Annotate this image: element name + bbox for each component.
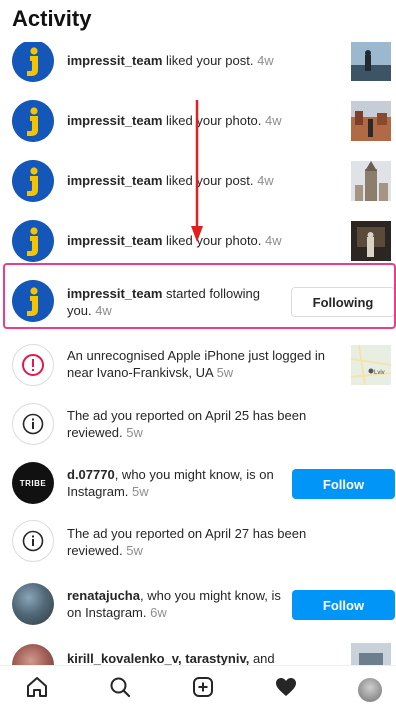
- impressit-avatar[interactable]: [12, 280, 54, 322]
- nav-activity[interactable]: [273, 674, 299, 700]
- impressit-avatar[interactable]: [12, 100, 54, 142]
- username[interactable]: impressit_team: [67, 113, 162, 128]
- map-label: Lviv: [374, 370, 385, 376]
- impressit-avatar[interactable]: [12, 160, 54, 202]
- user-avatar[interactable]: TRIBE: [12, 462, 54, 504]
- username[interactable]: renatajucha: [67, 588, 140, 603]
- notification-text: impressit_team liked your photo. 4w: [67, 113, 282, 128]
- following-button[interactable]: Following: [291, 287, 395, 317]
- notification-row-ad-review[interactable]: The ad you reported on April 27 has been…: [0, 515, 396, 571]
- impressit-avatar[interactable]: [12, 220, 54, 262]
- page-title: Activity: [12, 6, 92, 31]
- username[interactable]: impressit_team: [67, 173, 162, 188]
- post-thumbnail[interactable]: [351, 41, 391, 81]
- info-icon: [22, 413, 44, 435]
- post-thumbnail[interactable]: [351, 221, 391, 261]
- notification-text: An unrecognised Apple iPhone just logged…: [67, 348, 326, 380]
- post-thumbnail[interactable]: [351, 161, 391, 201]
- notification-row-new-follower[interactable]: impressit_team started following you. 4w…: [0, 273, 396, 329]
- impressit-avatar[interactable]: [12, 40, 54, 82]
- map-thumbnail[interactable]: Lviv: [351, 345, 391, 385]
- notification-row-ad-review[interactable]: The ad you reported on April 25 has been…: [0, 398, 396, 454]
- post-thumbnail[interactable]: [351, 643, 391, 665]
- heart-icon: [276, 678, 296, 696]
- add-post-icon: [193, 677, 213, 697]
- follow-button[interactable]: Follow: [292, 590, 395, 620]
- notification-row[interactable]: impressit_team liked your photo. 4w: [0, 94, 396, 150]
- post-thumbnail[interactable]: [351, 101, 391, 141]
- notification-row[interactable]: impressit_team liked your post. 4w: [0, 154, 396, 210]
- info-avatar: [12, 403, 54, 445]
- notification-text: impressit_team started following you. 4w: [67, 286, 260, 318]
- nav-search[interactable]: [107, 674, 133, 700]
- alert-avatar: [12, 344, 54, 386]
- nav-home[interactable]: [24, 674, 50, 700]
- notification-text: The ad you reported on April 27 has been…: [67, 526, 307, 558]
- notification-row-security[interactable]: An unrecognised Apple iPhone just logged…: [0, 338, 396, 394]
- user-avatar[interactable]: [12, 583, 54, 625]
- notification-row-suggestion[interactable]: renatajucha, who you might know, is on I…: [0, 575, 396, 631]
- alert-icon: [22, 354, 44, 376]
- notification-text: impressit_team liked your post. 4w: [67, 173, 274, 188]
- activity-header: Activity: [0, 0, 396, 42]
- activity-feed: impressit_team liked your post. 4w impre…: [0, 0, 396, 665]
- profile-avatar[interactable]: [358, 678, 382, 702]
- notification-row-suggestion[interactable]: TRIBE d.07770, who you might know, is on…: [0, 456, 396, 512]
- notification-row[interactable]: impressit_team liked your photo. 4w: [0, 214, 396, 270]
- notification-text: d.07770, who you might know, is on Insta…: [67, 467, 274, 499]
- follow-button[interactable]: Follow: [292, 469, 395, 499]
- nav-add-post[interactable]: [190, 674, 216, 700]
- username[interactable]: kirill_kovalenko_v, tarastyniv,: [67, 651, 249, 665]
- info-avatar: [12, 520, 54, 562]
- user-avatar[interactable]: [12, 644, 54, 665]
- notification-row[interactable]: impressit_team liked your post. 4w: [0, 34, 396, 90]
- username[interactable]: d.07770: [67, 467, 115, 482]
- notification-text: renatajucha, who you might know, is on I…: [67, 588, 281, 620]
- username[interactable]: impressit_team: [67, 286, 162, 301]
- notification-text: kirill_kovalenko_v, tarastyniv, and: [67, 651, 275, 665]
- username[interactable]: impressit_team: [67, 233, 162, 248]
- bottom-navigation: [0, 665, 396, 706]
- notification-row[interactable]: kirill_kovalenko_v, tarastyniv, and: [0, 636, 396, 665]
- info-icon: [22, 530, 44, 552]
- notification-text: The ad you reported on April 25 has been…: [67, 408, 307, 440]
- notification-text: impressit_team liked your post. 4w: [67, 53, 274, 68]
- notification-text: impressit_team liked your photo. 4w: [67, 233, 282, 248]
- username[interactable]: impressit_team: [67, 53, 162, 68]
- search-icon: [110, 677, 131, 698]
- home-icon: [27, 677, 47, 697]
